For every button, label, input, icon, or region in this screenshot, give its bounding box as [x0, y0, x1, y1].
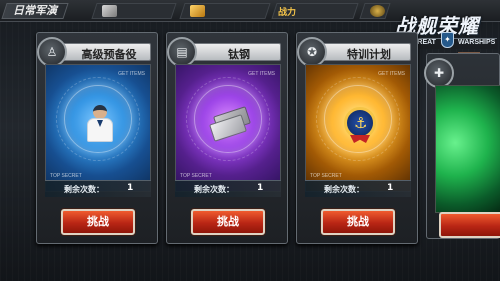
- screen-title-tab: 日常军演: [1, 3, 69, 19]
- steel-bars-icon: ▤: [167, 37, 197, 67]
- panel-get-items-text: GET ITEMS: [248, 71, 275, 77]
- panel-top-secret-text: TOP SECRET: [50, 173, 82, 179]
- remaining-count-label: 剩余次数：: [194, 185, 234, 194]
- reward-panel: GET ITEMS TOP SECRET: [45, 64, 151, 192]
- sailor-head: [93, 105, 107, 119]
- panel-get-items-text: GET ITEMS: [378, 71, 405, 77]
- remaining-count-value: 1: [257, 183, 264, 193]
- silver-bars-icon: [102, 5, 117, 17]
- partial-reward-panel: [435, 85, 500, 213]
- training-card-special-training: 特训计划 ✪ GET ITEMS TOP SECRET ⚓ 剩余次数： 1 挑战: [296, 32, 418, 244]
- reward-panel: GET ITEMS TOP SECRET: [175, 64, 281, 192]
- medal-ribbon: [350, 135, 370, 143]
- anchor-icon: ⚓: [354, 114, 368, 132]
- screen-title: 日常军演: [13, 4, 57, 17]
- power-label: 战力: [278, 8, 297, 18]
- panel-top-secret-text: TOP SECRET: [310, 173, 342, 179]
- gold-bars-icon: [190, 5, 205, 17]
- medal-resource-icon: [370, 5, 385, 17]
- sailor-icon: ♙: [37, 37, 67, 67]
- card-title: 特训计划: [347, 48, 391, 61]
- card-title: 高级预备役: [81, 48, 137, 61]
- sailor-reward-icon: [81, 105, 119, 143]
- steel-reward-icon: [209, 105, 251, 143]
- partial-card-icon: ✚: [424, 58, 454, 88]
- challenge-button[interactable]: 挑战: [321, 209, 395, 235]
- challenge-button[interactable]: 挑战: [61, 209, 135, 235]
- panel-top-secret-text: TOP SECRET: [180, 173, 212, 179]
- medal-icon: ✪: [297, 37, 327, 67]
- remaining-count-strip: 剩余次数： 1: [305, 180, 411, 197]
- remaining-count-strip: 剩余次数： 1: [45, 180, 151, 197]
- partial-challenge-button[interactable]: [439, 212, 500, 238]
- remaining-count-value: 1: [127, 183, 134, 193]
- remaining-count-label: 剩余次数：: [64, 185, 104, 194]
- shield-icon: ✦: [441, 32, 454, 48]
- partial-training-card: ✚: [424, 53, 500, 239]
- remaining-count-label: 剩余次数：: [324, 185, 364, 194]
- training-card-senior-reserve: 高级预备役 ♙ GET ITEMS TOP SECRET 剩余次数： 1 挑战: [36, 32, 158, 244]
- game-logo-english-right: WARSHIPS: [458, 39, 496, 46]
- medal-reward-icon: ⚓: [341, 105, 379, 143]
- training-card-titanium-steel: 钛钢 ▤ GET ITEMS TOP SECRET 剩余次数： 1 挑战: [166, 32, 288, 244]
- card-title: 钛钢: [228, 48, 250, 61]
- remaining-count-strip: 剩余次数： 1: [175, 180, 281, 197]
- challenge-button[interactable]: 挑战: [191, 209, 265, 235]
- reward-panel: GET ITEMS TOP SECRET ⚓: [305, 64, 411, 192]
- panel-get-items-text: GET ITEMS: [118, 71, 145, 77]
- remaining-count-value: 1: [387, 183, 394, 193]
